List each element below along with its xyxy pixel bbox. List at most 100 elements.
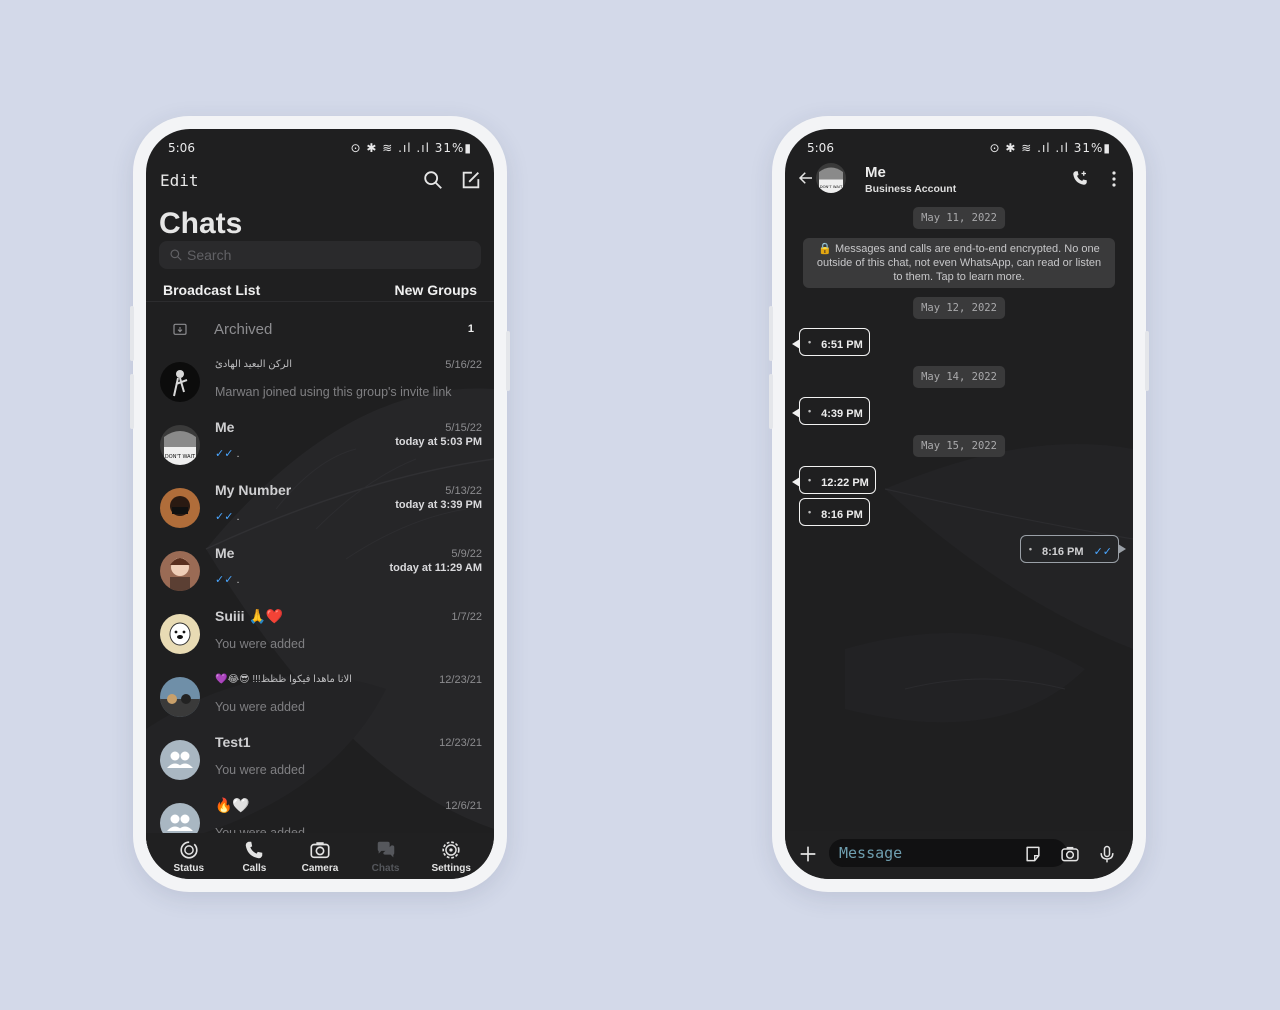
message-bubble-incoming[interactable]: • 8:16 PM: [799, 498, 870, 526]
message-bubble-incoming[interactable]: • 6:51 PM: [792, 328, 870, 356]
chat-row[interactable]: My Number 5/13/22 today at 3:39 PM ✓✓ .: [146, 482, 494, 545]
chat-date: 1/7/22: [451, 611, 482, 623]
avatar: [160, 677, 200, 717]
chat-date: 12/6/21: [445, 800, 482, 812]
conversation-screen: 5:06 ⊙ ✱ ≋ .ıl .ıl 31%▮ DON'T WAIT Me Bu…: [785, 129, 1133, 879]
status-bar: 5:06 ⊙ ✱ ≋ .ıl .ıl 31%▮: [146, 139, 494, 157]
edit-button[interactable]: Edit: [160, 171, 199, 190]
nav-label: Camera: [301, 862, 339, 874]
nav-camera[interactable]: Camera: [290, 839, 350, 874]
more-vertical-icon[interactable]: [1111, 171, 1117, 187]
svg-text:DON'T WAIT: DON'T WAIT: [820, 185, 843, 189]
nav-label: Chats: [371, 862, 400, 874]
read-ticks-icon: ✓✓: [1093, 546, 1112, 558]
message-time: 12:22 PM: [821, 477, 869, 489]
phone-volume-button: [130, 306, 134, 361]
date-separator: May 12, 2022: [913, 297, 1005, 319]
camera-icon: [310, 841, 330, 858]
avatar[interactable]: DON'T WAIT: [816, 163, 846, 193]
chat-row[interactable]: Me 5/9/22 today at 11:29 AM ✓✓ .: [146, 545, 494, 608]
nav-chats[interactable]: Chats: [356, 839, 416, 874]
add-call-icon[interactable]: [1071, 169, 1089, 187]
svg-text:DON'T WAIT: DON'T WAIT: [165, 454, 196, 460]
chat-row[interactable]: Test1 12/23/21 You were added: [146, 734, 494, 797]
contact-name[interactable]: Me: [865, 164, 886, 181]
search-icon[interactable]: [422, 169, 444, 191]
message-input[interactable]: Message: [829, 839, 1019, 867]
chat-name: Me: [215, 545, 235, 561]
status-icons: ⊙ ✱ ≋ .ıl .ıl 31%▮: [989, 141, 1111, 155]
chat-name: My Number: [215, 482, 292, 498]
read-ticks-icon: ✓✓ .: [215, 574, 240, 586]
chat-date: 5/13/22: [445, 485, 482, 497]
chat-preview: You were added: [215, 637, 305, 651]
message-time: 8:16 PM: [1041, 546, 1084, 558]
chat-header: DON'T WAIT Me Business Account: [785, 159, 1133, 203]
page-title: Chats: [159, 207, 243, 240]
avatar: [160, 551, 200, 591]
chat-row[interactable]: 💜😂😎 !!!الانا ماهدا فيكوا ظظظ 12/23/21 Yo…: [146, 671, 494, 734]
message-time: 8:16 PM: [821, 509, 863, 521]
date-separator: May 15, 2022: [913, 435, 1005, 457]
compose-icon[interactable]: [460, 169, 482, 191]
top-actions: [422, 169, 482, 191]
contact-subtitle: Business Account: [865, 183, 957, 195]
read-ticks-icon: ✓✓ .: [215, 448, 240, 460]
chat-name: 🔥🤍: [215, 797, 250, 813]
date-separator: May 14, 2022: [913, 366, 1005, 388]
chat-subtext: today at 5:03 PM: [395, 436, 482, 448]
phone-volume-button: [769, 374, 773, 429]
nav-calls[interactable]: Calls: [224, 839, 284, 874]
broadcast-list-link[interactable]: Broadcast List: [163, 282, 260, 298]
search-placeholder: Search: [187, 247, 232, 263]
date-separator: May 11, 2022: [913, 207, 1005, 229]
list-links: Broadcast List New Groups: [163, 282, 477, 298]
status-icon: [180, 840, 198, 859]
search-icon: [170, 249, 182, 261]
chat-preview: You were added: [215, 700, 305, 714]
avatar: [160, 362, 200, 402]
phone-volume-button: [130, 374, 134, 429]
plus-icon[interactable]: [797, 843, 819, 865]
chat-date: 5/9/22: [451, 548, 482, 560]
chat-name: Me: [215, 419, 235, 435]
chat-date: 5/15/22: [445, 422, 482, 434]
message-bubble-incoming[interactable]: • 12:22 PM: [792, 466, 876, 494]
chat-row[interactable]: الركن البعيد الهادئ 5/16/22 Marwan joine…: [146, 356, 494, 419]
archived-row[interactable]: Archived 1: [172, 318, 474, 340]
phone-icon: [246, 841, 263, 858]
chat-list-screen: 5:06 ⊙ ✱ ≋ .ıl .ıl 31%▮ Edit Chats Searc…: [146, 129, 494, 879]
phone-conversation: 5:06 ⊙ ✱ ≋ .ıl .ıl 31%▮ DON'T WAIT Me Bu…: [769, 116, 1149, 892]
chat-row[interactable]: Suiii 🙏❤️ 1/7/22 You were added: [146, 608, 494, 671]
message-placeholder: Message: [839, 844, 903, 862]
nav-status[interactable]: Status: [159, 839, 219, 874]
chat-name: Suiii 🙏❤️: [215, 608, 284, 624]
chat-name: الركن البعيد الهادئ: [215, 359, 292, 370]
bottom-nav: Status Calls Camera Chats Settings: [146, 833, 494, 879]
avatar: [160, 488, 200, 528]
gear-icon: [442, 840, 460, 859]
phone-power-button: [1145, 331, 1149, 391]
phone-volume-button: [769, 306, 773, 361]
chat-name: 💜😂😎 !!!الانا ماهدا فيكوا ظظظ: [215, 674, 352, 685]
back-arrow-icon[interactable]: [797, 169, 815, 187]
message-time: 4:39 PM: [821, 408, 863, 420]
sticker-icon[interactable]: [1023, 844, 1043, 864]
chat-row[interactable]: DON'T WAIT Me 5/15/22 today at 5:03 PM ✓…: [146, 419, 494, 482]
avatar: DON'T WAIT: [160, 425, 200, 465]
chat-date: 12/23/21: [439, 737, 482, 749]
read-ticks-icon: ✓✓ .: [215, 511, 240, 523]
nav-settings[interactable]: Settings: [421, 839, 481, 874]
camera-icon[interactable]: [1059, 844, 1081, 864]
new-groups-link[interactable]: New Groups: [395, 282, 477, 298]
chat-preview: Marwan joined using this group's invite …: [215, 385, 452, 399]
archived-label: Archived: [214, 320, 273, 338]
message-bubble-incoming[interactable]: • 4:39 PM: [792, 397, 870, 425]
search-input[interactable]: Search: [159, 241, 481, 269]
status-bar: 5:06 ⊙ ✱ ≋ .ıl .ıl 31%▮: [785, 139, 1133, 157]
encryption-notice[interactable]: 🔒 Messages and calls are end-to-end encr…: [803, 238, 1115, 288]
status-time: 5:06: [168, 141, 195, 155]
message-bubble-outgoing[interactable]: • 8:16 PM ✓✓: [1019, 535, 1127, 563]
microphone-icon[interactable]: [1097, 844, 1117, 864]
nav-label: Status: [173, 862, 205, 874]
